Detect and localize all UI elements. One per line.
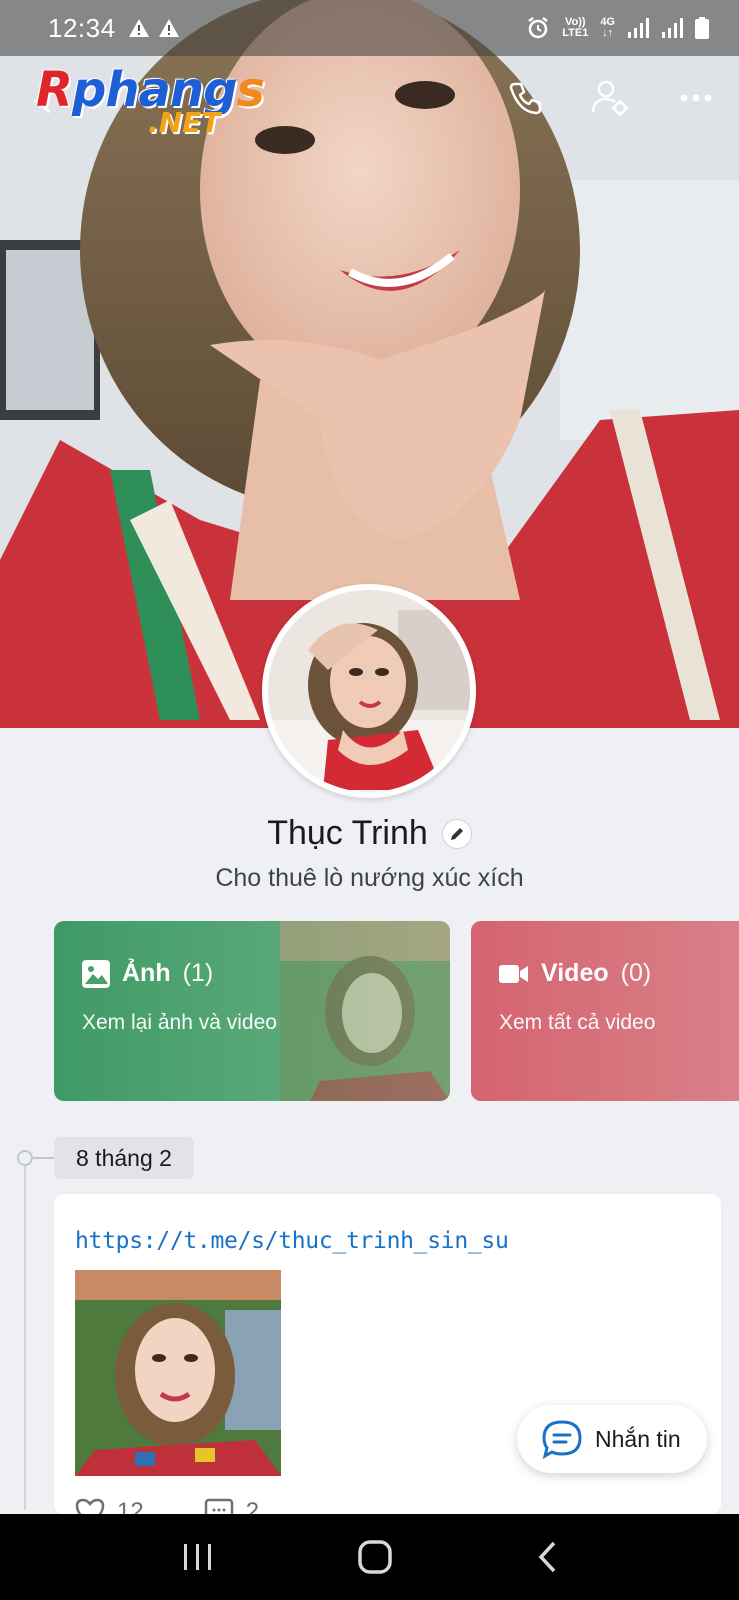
videos-card-subtitle: Xem tất cả video — [499, 1011, 656, 1034]
timeline-connector — [33, 1157, 55, 1159]
photos-card-subtitle: Xem lại ảnh và video — [82, 1011, 277, 1034]
signal-icon — [662, 18, 683, 38]
recent-apps-icon[interactable] — [182, 1542, 214, 1572]
post-link[interactable]: https://t.me/s/thuc_trinh_sin_su — [75, 1228, 509, 1254]
like-count: 12 — [117, 1498, 144, 1514]
post-actions: 12 2 — [75, 1498, 259, 1514]
profile-name: Thục Trinh — [267, 814, 428, 852]
home-icon[interactable] — [357, 1539, 393, 1575]
message-button[interactable]: Nhắn tin — [517, 1405, 707, 1473]
status-bar: 12:34 Vo)) LTE1 4G ↓↑ — [0, 0, 739, 56]
comment-count: 2 — [245, 1498, 260, 1514]
videos-card-title: Video (0) — [499, 959, 651, 988]
watermark-logo: Rphangs .NET — [36, 62, 265, 139]
top-action-bar: Rphangs .NET — [0, 62, 739, 140]
comment-icon — [204, 1498, 233, 1514]
phone-icon[interactable] — [503, 76, 547, 120]
system-nav-bar — [0, 1514, 739, 1600]
pencil-icon — [450, 827, 463, 840]
alarm-icon — [528, 17, 548, 39]
like-button[interactable]: 12 — [75, 1498, 144, 1514]
network-type: 4G ↓↑ — [600, 16, 615, 39]
date-chip: 8 tháng 2 — [54, 1137, 194, 1179]
user-settings-icon[interactable] — [588, 76, 632, 120]
video-camera-icon — [499, 964, 528, 983]
image-icon — [82, 959, 110, 988]
post-photo[interactable] — [75, 1270, 281, 1476]
profile-bio: Cho thuê lò nướng xúc xích — [215, 864, 524, 892]
timeline-dot — [17, 1150, 33, 1166]
photos-card-thumbnail — [280, 921, 450, 1101]
profile-name-row: Thục Trinh — [0, 814, 739, 853]
battery-icon — [695, 17, 709, 39]
comment-button[interactable]: 2 — [204, 1498, 259, 1514]
status-time: 12:34 — [48, 12, 116, 43]
volte-indicator: Vo)) LTE1 — [562, 16, 589, 39]
heart-icon — [75, 1498, 105, 1514]
avatar[interactable] — [262, 584, 476, 798]
warning-icon — [158, 19, 179, 37]
more-icon[interactable] — [674, 76, 718, 120]
system-back-icon[interactable] — [536, 1540, 558, 1574]
timeline-line — [24, 1160, 26, 1510]
post-more-button[interactable]: ··· — [661, 1504, 691, 1514]
edit-name-button[interactable] — [441, 818, 472, 849]
warning-icon — [128, 19, 149, 37]
photos-card-title: Ảnh (1) — [82, 959, 213, 988]
photos-card[interactable]: Ảnh (1) Xem lại ảnh và video — [54, 921, 450, 1101]
warning-icons — [128, 18, 180, 38]
message-button-label: Nhắn tin — [595, 1425, 681, 1452]
signal-icon — [628, 18, 649, 38]
chat-bubble-icon — [542, 1420, 582, 1459]
videos-card[interactable]: Video (0) Xem tất cả video — [471, 921, 739, 1101]
